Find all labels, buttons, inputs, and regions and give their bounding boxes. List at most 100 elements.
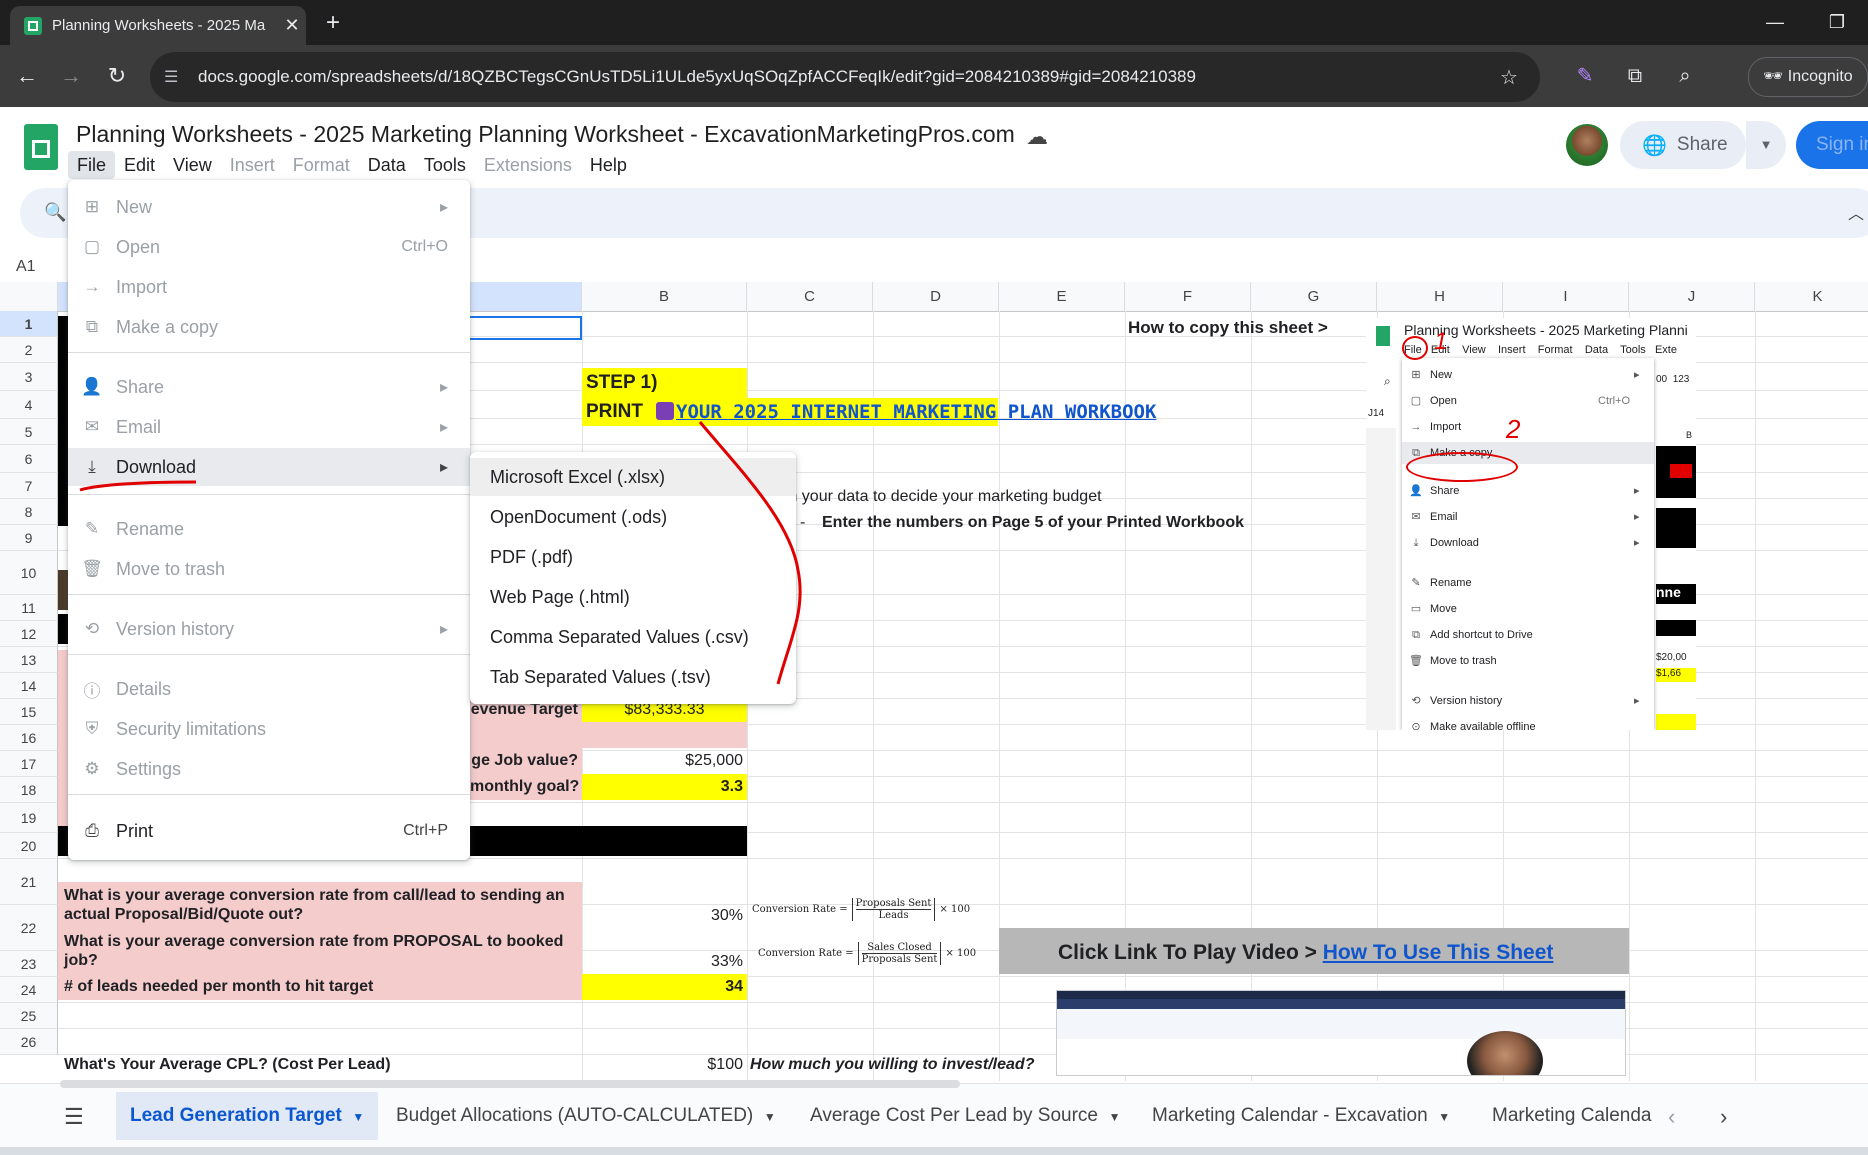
puzzle-extensions-icon[interactable]: ⧉: [1610, 57, 1660, 95]
menu-edit[interactable]: Edit: [115, 151, 164, 179]
file-menu-item-details[interactable]: ⓘ Details: [68, 670, 470, 708]
new-tab-button[interactable]: +: [318, 8, 348, 38]
menu-file[interactable]: File: [68, 151, 116, 179]
incognito-badge[interactable]: 🕶 Incognito: [1748, 57, 1868, 97]
name-box[interactable]: A1: [16, 258, 36, 276]
column-header-f[interactable]: F: [1125, 282, 1251, 311]
row-header[interactable]: 26: [0, 1029, 58, 1055]
file-menu-item-settings[interactable]: ⚙ Settings: [68, 750, 470, 788]
sheet-tab-lead-generation[interactable]: Lead Generation Target ▼: [116, 1092, 379, 1140]
address-bar[interactable]: ☰ docs.google.com/spreadsheets/d/18QZBCT…: [150, 52, 1540, 102]
file-menu-item-make-a-copy[interactable]: ⧉ Make a copy: [68, 308, 470, 346]
row-header[interactable]: 2: [0, 337, 58, 363]
menu-data[interactable]: Data: [359, 151, 415, 179]
row23-value[interactable]: 34: [582, 974, 747, 1000]
scroll-tabs-left-icon[interactable]: ‹: [1668, 1104, 1675, 1130]
row17-value[interactable]: 3.3: [582, 774, 747, 800]
select-all-corner[interactable]: [0, 282, 58, 311]
avatar[interactable]: [1566, 124, 1608, 166]
workbook-link[interactable]: YOUR 2025 INTERNET MARKETING PLAN WORKBO…: [676, 398, 1246, 426]
chevron-down-icon[interactable]: ▼: [764, 1110, 776, 1124]
row-header[interactable]: 10: [0, 551, 58, 595]
row-header[interactable]: 1: [0, 311, 58, 337]
menu-help[interactable]: Help: [581, 151, 636, 179]
row-header[interactable]: 19: [0, 803, 58, 833]
sign-in-button[interactable]: Sign in: [1796, 121, 1868, 169]
download-option[interactable]: Comma Separated Values (.csv): [470, 618, 796, 656]
sheets-logo-icon[interactable]: [24, 124, 58, 170]
row-header[interactable]: 16: [0, 725, 58, 751]
share-button[interactable]: 🌐 Share: [1620, 121, 1746, 169]
bookmark-star-icon[interactable]: ☆: [1500, 65, 1540, 90]
minimize-icon[interactable]: —: [1744, 0, 1806, 45]
menu-extensions[interactable]: Extensions: [475, 151, 581, 179]
row-header[interactable]: 14: [0, 673, 58, 699]
column-header-i[interactable]: I: [1503, 282, 1629, 311]
column-header-e[interactable]: E: [999, 282, 1125, 311]
download-option[interactable]: Web Page (.html): [470, 578, 796, 616]
row-header[interactable]: 9: [0, 525, 58, 551]
video-link[interactable]: How To Use This Sheet: [1323, 941, 1554, 964]
row16-value[interactable]: $25,000: [582, 748, 747, 774]
tab-search-icon[interactable]: ⌕: [1660, 57, 1710, 95]
row-header[interactable]: 8: [0, 499, 58, 525]
row-header[interactable]: 13: [0, 647, 58, 673]
menu-format[interactable]: Format: [284, 151, 359, 179]
menu-insert[interactable]: Insert: [221, 151, 284, 179]
file-menu-item-download[interactable]: ⤓ Download ▸: [68, 448, 470, 486]
file-menu-item-email[interactable]: ✉ Email ▸: [68, 408, 470, 446]
site-info-icon[interactable]: ☰: [164, 67, 184, 87]
download-option[interactable]: PDF (.pdf): [470, 538, 796, 576]
row-header[interactable]: 11: [0, 595, 58, 621]
reload-icon[interactable]: ↻: [98, 57, 136, 95]
extension-feather-icon[interactable]: ✎: [1560, 57, 1610, 95]
column-header-c[interactable]: C: [747, 282, 873, 311]
row-header[interactable]: 12: [0, 621, 58, 647]
file-menu-item-import[interactable]: → Import: [68, 268, 470, 306]
download-option[interactable]: OpenDocument (.ods): [470, 498, 796, 536]
row26-value[interactable]: $100: [582, 1052, 747, 1078]
all-sheets-menu-icon[interactable]: ☰: [64, 1104, 84, 1130]
download-option[interactable]: Microsoft Excel (.xlsx): [470, 458, 796, 496]
back-icon[interactable]: ←: [8, 57, 46, 95]
sheet-tab-marketing-calendar[interactable]: Marketing Calendar - Excavation ▼: [1152, 1092, 1450, 1140]
row-header[interactable]: 15: [0, 699, 58, 725]
sheet-tab-budget-allocations[interactable]: Budget Allocations (AUTO-CALCULATED) ▼: [396, 1092, 776, 1140]
cloud-status-icon[interactable]: ☁: [1026, 124, 1048, 150]
video-thumbnail[interactable]: [1056, 990, 1626, 1076]
document-title[interactable]: Planning Worksheets - 2025 Marketing Pla…: [76, 121, 1015, 148]
row-header[interactable]: 22: [0, 905, 58, 951]
file-menu-item-share[interactable]: 👤 Share ▸: [68, 368, 470, 406]
menu-view[interactable]: View: [164, 151, 221, 179]
chevron-down-icon[interactable]: ▼: [1109, 1110, 1121, 1124]
row-header[interactable]: 5: [0, 419, 58, 445]
file-menu-item-version-history[interactable]: ⟲ Version history ▸: [68, 610, 470, 648]
sheet-tab-marketing-calendar-2[interactable]: Marketing Calenda: [1492, 1092, 1652, 1140]
row-header[interactable]: 21: [0, 859, 58, 905]
row-header[interactable]: 23: [0, 951, 58, 977]
row21-value[interactable]: 30%: [582, 882, 747, 928]
browser-tab[interactable]: Planning Worksheets - 2025 Ma ✕: [10, 6, 306, 45]
sheet-tab-average-cpl[interactable]: Average Cost Per Lead by Source ▼: [810, 1092, 1120, 1140]
column-header-d[interactable]: D: [873, 282, 999, 311]
share-dropdown-chevron-down-icon[interactable]: ▼: [1746, 121, 1786, 169]
column-header-h[interactable]: H: [1377, 282, 1503, 311]
column-header-g[interactable]: G: [1251, 282, 1377, 311]
column-header-b[interactable]: B: [582, 282, 747, 311]
file-menu-item-print[interactable]: ⎙ Print Ctrl+P: [68, 812, 470, 850]
menu-tools[interactable]: Tools: [415, 151, 475, 179]
close-tab-icon[interactable]: ✕: [278, 15, 306, 36]
row-header[interactable]: 17: [0, 751, 58, 777]
file-menu-item-rename[interactable]: ✎ Rename: [68, 510, 470, 548]
row-header[interactable]: 20: [0, 833, 58, 859]
collapse-toolbar-icon[interactable]: ︿: [1848, 200, 1864, 224]
row-header[interactable]: 6: [0, 445, 58, 473]
scroll-tabs-right-icon[interactable]: ›: [1720, 1104, 1727, 1130]
file-menu-item-open[interactable]: ▢ Open Ctrl+O: [68, 228, 470, 266]
horizontal-scrollbar[interactable]: [60, 1080, 960, 1088]
row-header[interactable]: 3: [0, 363, 58, 391]
download-option[interactable]: Tab Separated Values (.tsv): [470, 658, 796, 696]
column-header-k[interactable]: K: [1755, 282, 1868, 311]
row-header[interactable]: 18: [0, 777, 58, 803]
file-menu-item-security-limitations[interactable]: ⛨ Security limitations: [68, 710, 470, 748]
